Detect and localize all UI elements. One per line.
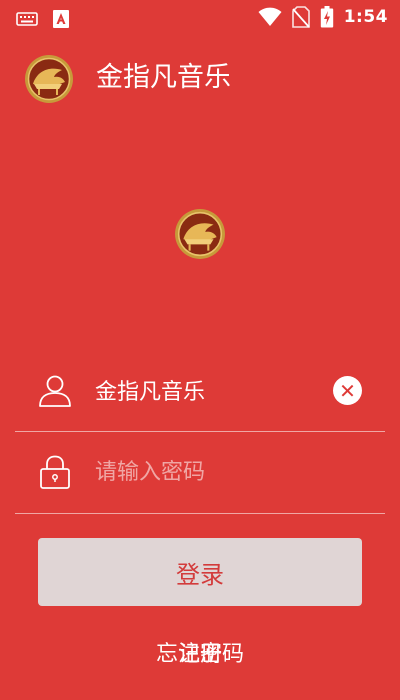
user-icon <box>39 375 71 407</box>
wifi-icon <box>258 7 282 26</box>
status-bar-right: 1:54 <box>258 6 388 28</box>
password-divider <box>15 513 385 514</box>
login-button[interactable]: 登录 <box>38 538 362 606</box>
no-sim-icon <box>291 6 310 28</box>
piano-logo-icon <box>25 55 73 103</box>
lock-icon <box>40 455 70 489</box>
battery-charging-icon <box>320 6 333 28</box>
clear-icon[interactable]: ✕ <box>333 376 362 405</box>
app-bar: 金指凡音乐 <box>0 46 400 110</box>
status-time: 1:54 <box>343 7 388 27</box>
status-bar: 1:54 <box>0 0 400 36</box>
username-row: ✕ <box>15 350 385 432</box>
center-logo-icon <box>175 209 225 259</box>
password-row <box>15 432 385 514</box>
username-input[interactable] <box>95 370 325 410</box>
status-bar-left <box>16 9 70 29</box>
register-link[interactable]: 注册 <box>0 635 400 675</box>
app-notification-icon <box>53 10 69 28</box>
keyboard-icon <box>16 12 38 26</box>
app-title: 金指凡音乐 <box>96 62 231 93</box>
bottom-links: 忘记密码 注册 <box>0 635 400 675</box>
password-input[interactable] <box>95 452 325 492</box>
